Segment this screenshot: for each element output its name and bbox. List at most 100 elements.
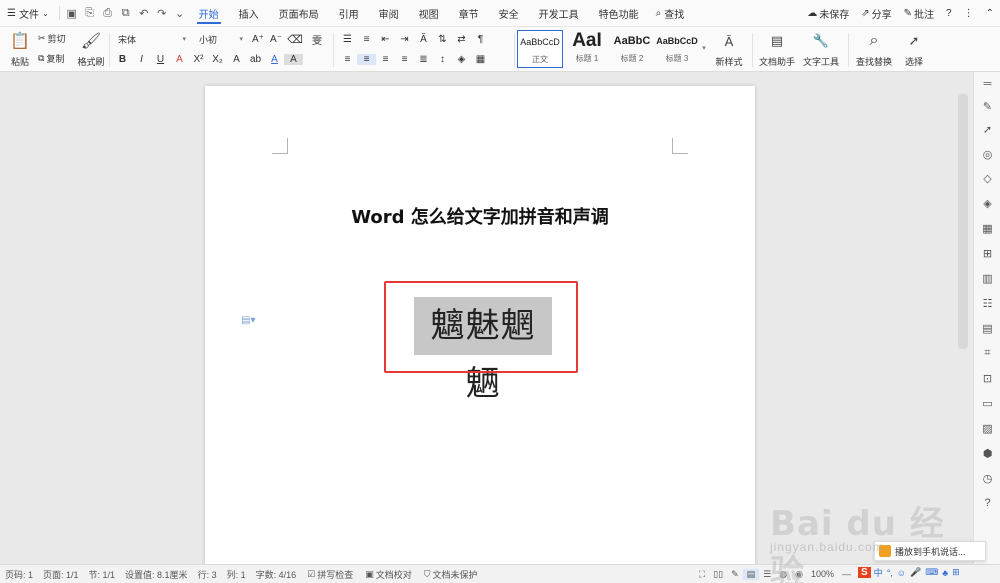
zoom-level[interactable]: 100%	[807, 569, 838, 579]
increase-indent-icon[interactable]: ⇥	[395, 34, 414, 45]
paragraph-layout-icon[interactable]: ▤▾	[241, 315, 255, 326]
collapse-icon[interactable]: ⌃	[980, 0, 1000, 27]
save-icon[interactable]: ▣	[63, 0, 81, 27]
search-button[interactable]: ⌕ 查找	[649, 0, 692, 27]
vertical-scrollbar[interactable]	[958, 94, 968, 349]
new-style-button[interactable]: Ā 新样式	[711, 29, 747, 68]
chinese-mode-icon[interactable]: 中	[874, 566, 883, 579]
decrease-indent-icon[interactable]: ⇤	[376, 34, 395, 45]
text-tools-button[interactable]: 🔧 文字工具	[800, 29, 842, 68]
web-view-icon[interactable]: ◍	[775, 569, 791, 580]
text-direction-icon[interactable]: Ă	[414, 34, 433, 45]
borders-icon[interactable]: ▦	[471, 54, 490, 65]
font-color-icon[interactable]: A	[265, 54, 284, 65]
font-family-select[interactable]: 宋体 ▾	[113, 31, 191, 47]
status-column[interactable]: 列: 1	[222, 568, 251, 581]
backup-icon[interactable]: ⬢	[974, 443, 1000, 463]
translate-icon[interactable]: ⌗	[974, 343, 1000, 363]
tab-review[interactable]: 审阅	[369, 0, 409, 27]
zoom-out-icon[interactable]: —	[838, 569, 855, 579]
outline-view-icon[interactable]: ☰	[759, 569, 775, 580]
style-gallery-scroll-icon[interactable]: ▾	[700, 33, 708, 63]
justify-icon[interactable]: ≡	[395, 54, 414, 65]
emoji-icon[interactable]: ☺	[897, 568, 906, 578]
show-marks-icon[interactable]: ¶	[471, 34, 490, 45]
punctuation-icon[interactable]: °,	[887, 568, 893, 578]
help-circle-icon[interactable]: ?	[974, 493, 1000, 513]
tools-icon[interactable]: ⊞	[952, 567, 960, 578]
archive-icon[interactable]: ▭	[974, 393, 1000, 413]
italic-icon[interactable]: I	[132, 54, 151, 65]
clear-format-icon[interactable]: ⌫	[287, 31, 303, 47]
numbered-list-icon[interactable]: ≡	[357, 34, 376, 45]
status-position[interactable]: 设置值: 8.1厘米	[120, 568, 193, 581]
superscript-icon[interactable]: X²	[189, 54, 208, 65]
status-page-number[interactable]: 页码: 1	[0, 568, 38, 581]
page-view-icon[interactable]: ▤	[742, 568, 760, 580]
grow-font-icon[interactable]: A⁺	[251, 31, 265, 47]
reading-mode-icon[interactable]: ▯▯	[709, 569, 727, 580]
shrink-font-icon[interactable]: A⁻	[269, 31, 283, 47]
tab-stop-icon[interactable]: ⇄	[452, 34, 471, 45]
print-icon[interactable]: ⎙	[99, 0, 117, 27]
tab-references[interactable]: 引用	[329, 0, 369, 27]
style-normal[interactable]: AaBbCcD 正文	[517, 30, 563, 68]
export-pdf-icon[interactable]: ⎘	[81, 0, 99, 27]
spell-check-button[interactable]: ☑ 拼写检查	[301, 568, 359, 581]
paste-button[interactable]: 📋 粘贴	[7, 29, 33, 68]
char-shading-icon[interactable]: A	[284, 53, 303, 65]
sogou-logo-icon[interactable]: S	[858, 567, 871, 578]
edit-mode-icon[interactable]: ✎	[727, 569, 743, 580]
share-button[interactable]: ⇗ 分享	[855, 0, 897, 27]
phone-playback-toast[interactable]: 播放到手机说话...	[874, 541, 986, 561]
chart-icon[interactable]: ▥	[974, 268, 1000, 288]
apps-grid-icon[interactable]: ⊞	[974, 243, 1000, 263]
strikethrough-icon[interactable]: A	[170, 54, 189, 65]
align-left-icon[interactable]: ≡	[338, 54, 357, 65]
sliders-icon[interactable]: ☷	[974, 293, 1000, 313]
highlight-icon[interactable]: ab	[246, 54, 265, 65]
history-icon[interactable]: ◷	[974, 468, 1000, 488]
doc-protect-button[interactable]: ⛉ 文档未保护	[418, 568, 484, 581]
keyboard-icon[interactable]: ⌨	[925, 567, 938, 578]
tab-insert[interactable]: 插入	[229, 0, 269, 27]
style-heading-3[interactable]: AaBbCcD 标题 3	[655, 30, 699, 68]
pointer-icon[interactable]: ➚	[974, 119, 1000, 139]
select-button[interactable]: ➚ 选择	[900, 29, 928, 68]
eye-protection-icon[interactable]: ◉	[791, 569, 807, 580]
sidebar-collapse-icon[interactable]: ═	[974, 74, 1000, 94]
style-heading-1[interactable]: AaI 标题 1	[565, 30, 609, 68]
tab-view[interactable]: 视图	[409, 0, 449, 27]
tab-security[interactable]: 安全	[489, 0, 529, 27]
status-word-count[interactable]: 字数: 4/16	[251, 568, 302, 581]
print-preview-icon[interactable]: ⧉	[117, 0, 135, 27]
customize-icon[interactable]: ⌄	[171, 0, 189, 27]
location-icon[interactable]: ◎	[974, 144, 1000, 164]
status-pages[interactable]: 页面: 1/1	[38, 568, 84, 581]
tab-page-layout[interactable]: 页面布局	[269, 0, 329, 27]
bullet-list-icon[interactable]: ☰	[338, 34, 357, 45]
line-spacing-icon[interactable]: ↕	[433, 54, 452, 65]
unsaved-status[interactable]: ☁ 未保存	[801, 0, 855, 27]
comment-button[interactable]: ✎ 批注	[898, 0, 940, 27]
layers-icon[interactable]: ◈	[974, 193, 1000, 213]
tab-features[interactable]: 特色功能	[589, 0, 649, 27]
fullscreen-icon[interactable]: ⛶	[695, 569, 709, 580]
copy-button[interactable]: ⧉ 复制	[38, 51, 64, 65]
undo-icon[interactable]: ↶	[135, 0, 153, 27]
document-page[interactable]: Word 怎么给文字加拼音和声调 ▤▾ 魑魅魍魉	[205, 86, 755, 566]
document-icon[interactable]: ▤	[974, 318, 1000, 338]
microphone-icon[interactable]: 🎤	[910, 567, 921, 578]
skin-icon[interactable]: ♣	[942, 568, 948, 578]
shapes-icon[interactable]: ◇	[974, 168, 1000, 188]
help-button[interactable]: ?	[940, 0, 958, 27]
tab-home[interactable]: 开始	[189, 0, 229, 27]
doc-proofread-button[interactable]: ▣ 文档校对	[359, 568, 418, 581]
status-section[interactable]: 节: 1/1	[84, 568, 121, 581]
format-painter-button[interactable]: 🖌 格式刷	[77, 29, 105, 68]
text-effect-icon[interactable]: A	[227, 54, 246, 65]
doc-assistant-button[interactable]: ▤ 文档助手	[757, 29, 797, 68]
phonetic-guide-icon[interactable]: 雯	[308, 31, 326, 47]
distribute-icon[interactable]: ≣	[414, 54, 433, 65]
table-icon[interactable]: ▦	[974, 218, 1000, 238]
